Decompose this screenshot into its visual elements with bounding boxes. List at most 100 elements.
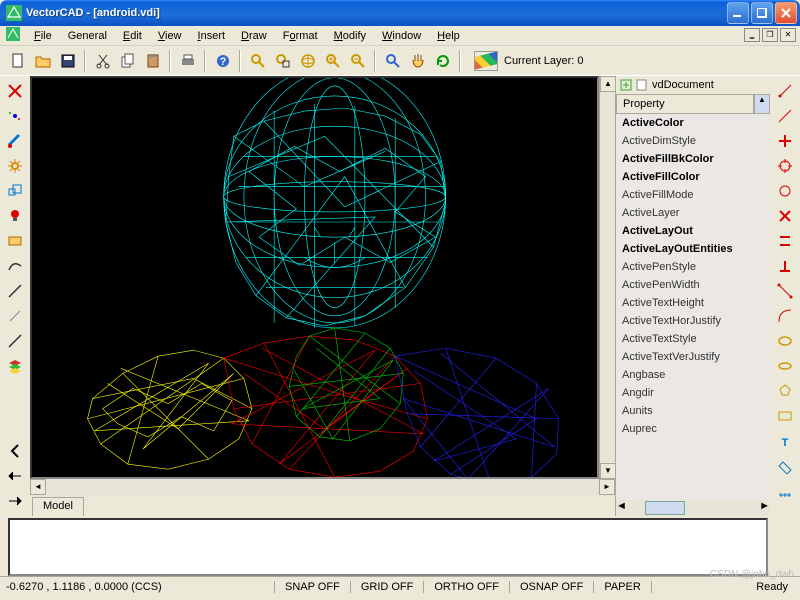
menu-view[interactable]: View <box>150 28 190 44</box>
menu-file[interactable]: File <box>26 28 60 44</box>
property-item[interactable]: ActiveTextHeight <box>616 294 770 312</box>
menu-format[interactable]: Format <box>275 28 326 44</box>
x-icon[interactable] <box>774 205 796 227</box>
prop-horizontal-scroll[interactable]: ◄ ► <box>616 500 770 516</box>
scroll-up-icon[interactable]: ▲ <box>600 76 616 92</box>
para-icon[interactable] <box>774 230 796 252</box>
layers-icon[interactable] <box>4 355 26 377</box>
status-osnap[interactable]: OSNAP OFF <box>510 581 594 593</box>
pan-icon[interactable] <box>406 49 429 72</box>
arrow-left-icon[interactable] <box>4 440 26 462</box>
print-icon[interactable] <box>176 49 199 72</box>
property-item[interactable]: ActiveColor <box>616 114 770 132</box>
mdi-minimize[interactable]: ‗ <box>744 28 760 42</box>
arc-icon[interactable] <box>774 305 796 327</box>
delete-icon[interactable] <box>4 80 26 102</box>
menu-edit[interactable]: Edit <box>115 28 150 44</box>
menu-draw[interactable]: Draw <box>233 28 275 44</box>
menu-general[interactable]: General <box>60 28 115 44</box>
ellipse-icon[interactable] <box>774 330 796 352</box>
property-item[interactable]: Angdir <box>616 384 770 402</box>
minimize-button[interactable] <box>727 2 749 24</box>
curve-icon[interactable] <box>4 255 26 277</box>
property-item[interactable]: ActiveLayOutEntities <box>616 240 770 258</box>
measure-icon[interactable] <box>774 480 796 502</box>
zoom-in-icon[interactable] <box>321 49 344 72</box>
help-icon[interactable]: ? <box>211 49 234 72</box>
properties-list[interactable]: ActiveColorActiveDimStyleActiveFillBkCol… <box>616 114 770 500</box>
rect2-icon[interactable] <box>774 405 796 427</box>
property-header[interactable]: Property <box>616 94 754 114</box>
scale-icon[interactable] <box>4 180 26 202</box>
prop-scroll-left[interactable]: ◄ <box>616 500 627 516</box>
status-paper[interactable]: PAPER <box>594 581 651 593</box>
mdi-close[interactable]: ✕ <box>780 28 796 42</box>
vertical-scrollbar[interactable]: ▲ ▼ <box>599 76 615 479</box>
close-button[interactable] <box>775 2 797 24</box>
status-grid[interactable]: GRID OFF <box>351 581 425 593</box>
property-item[interactable]: ActiveLayer <box>616 204 770 222</box>
property-item[interactable]: Auprec <box>616 420 770 438</box>
paste-icon[interactable] <box>141 49 164 72</box>
zoom-window-icon[interactable] <box>271 49 294 72</box>
status-ortho[interactable]: ORTHO OFF <box>424 581 510 593</box>
perp-icon[interactable] <box>774 255 796 277</box>
line-icon[interactable] <box>4 280 26 302</box>
zoom-out-icon[interactable] <box>346 49 369 72</box>
property-item[interactable]: ActiveLayOut <box>616 222 770 240</box>
prop-scroll-up[interactable]: ▲ <box>754 94 770 114</box>
save-icon[interactable] <box>56 49 79 72</box>
scroll-down-icon[interactable]: ▼ <box>600 463 616 479</box>
property-item[interactable]: ActiveTextHorJustify <box>616 312 770 330</box>
properties-root[interactable]: vdDocument <box>616 76 770 94</box>
zoom-prev-icon[interactable] <box>381 49 404 72</box>
mdi-restore[interactable]: ❐ <box>762 28 778 42</box>
menu-help[interactable]: Help <box>429 28 468 44</box>
pline-icon[interactable] <box>774 280 796 302</box>
circle-icon[interactable] <box>774 180 796 202</box>
maximize-button[interactable] <box>751 2 773 24</box>
new-icon[interactable] <box>6 49 29 72</box>
rect-icon[interactable] <box>4 230 26 252</box>
cut-icon[interactable] <box>91 49 114 72</box>
status-snap[interactable]: SNAP OFF <box>275 581 351 593</box>
dim-line-icon[interactable] <box>774 80 796 102</box>
marker2-icon[interactable] <box>4 490 26 512</box>
ray-icon[interactable] <box>774 105 796 127</box>
property-item[interactable]: Aunits <box>616 402 770 420</box>
menu-modify[interactable]: Modify <box>326 28 374 44</box>
gear-icon[interactable] <box>4 155 26 177</box>
horizontal-scrollbar[interactable]: ◄ ► <box>30 479 615 497</box>
property-item[interactable]: ActiveDimStyle <box>616 132 770 150</box>
cross-icon[interactable] <box>774 130 796 152</box>
property-item[interactable]: ActiveFillMode <box>616 186 770 204</box>
ellipse2-icon[interactable] <box>774 355 796 377</box>
scroll-left-icon[interactable]: ◄ <box>30 479 46 495</box>
property-item[interactable]: ActiveFillBkColor <box>616 150 770 168</box>
target-icon[interactable] <box>774 155 796 177</box>
point-icon[interactable] <box>4 105 26 127</box>
prop-scroll-right[interactable]: ► <box>759 500 770 516</box>
brush-icon[interactable] <box>4 130 26 152</box>
scroll-right-icon[interactable]: ► <box>599 479 615 495</box>
command-input[interactable] <box>8 518 768 576</box>
drawing-canvas[interactable] <box>30 76 599 479</box>
property-item[interactable]: ActivePenStyle <box>616 258 770 276</box>
polygon-icon[interactable] <box>774 380 796 402</box>
property-item[interactable]: ActivePenWidth <box>616 276 770 294</box>
tool-icon[interactable] <box>774 455 796 477</box>
copy-icon[interactable] <box>116 49 139 72</box>
property-item[interactable]: Angbase <box>616 366 770 384</box>
globe-icon[interactable] <box>296 49 319 72</box>
text-icon[interactable]: T <box>774 430 796 452</box>
property-item[interactable]: ActiveTextStyle <box>616 330 770 348</box>
open-icon[interactable] <box>31 49 54 72</box>
zoom-icon[interactable] <box>246 49 269 72</box>
line2-icon[interactable] <box>4 330 26 352</box>
property-item[interactable]: ActiveTextVerJustify <box>616 348 770 366</box>
layer-swatch-icon[interactable] <box>474 51 498 71</box>
refresh-icon[interactable] <box>431 49 454 72</box>
property-item[interactable]: ActiveFillColor <box>616 168 770 186</box>
lamp-icon[interactable] <box>4 205 26 227</box>
slash-icon[interactable] <box>4 305 26 327</box>
